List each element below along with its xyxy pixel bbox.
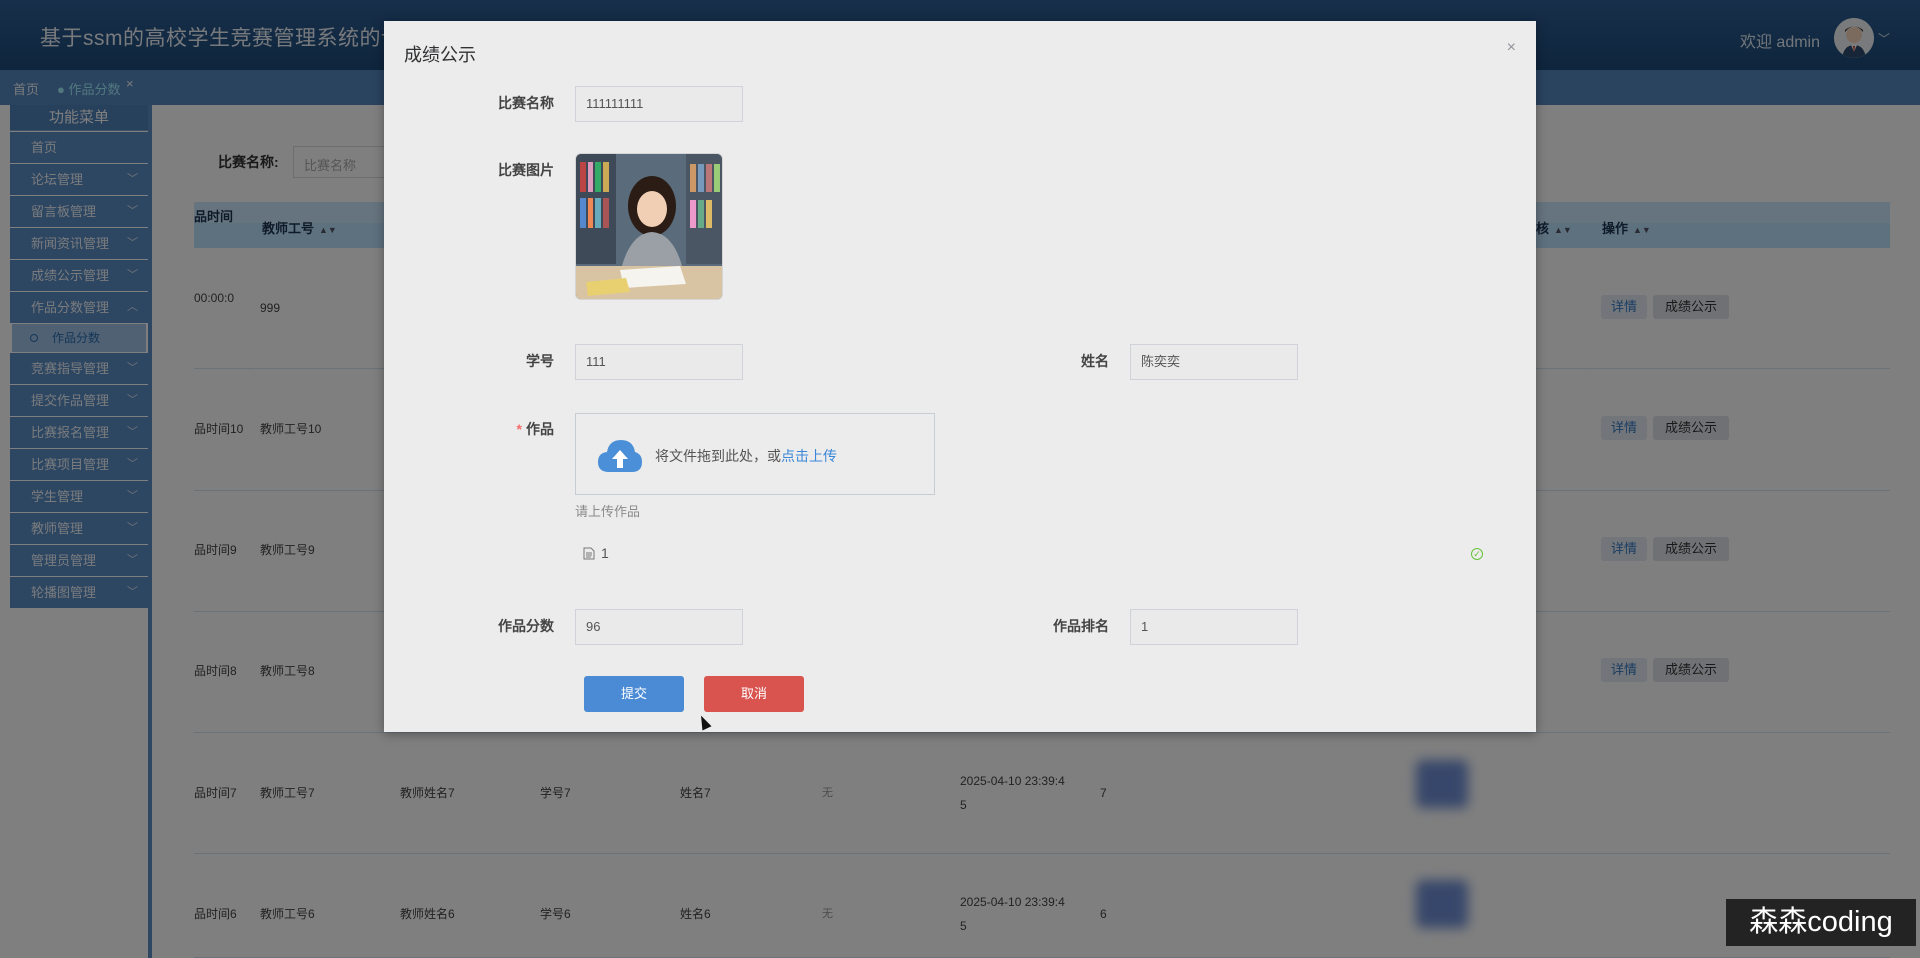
rank-field[interactable]: 1: [1130, 609, 1298, 645]
watermark: 森森coding: [1726, 899, 1916, 946]
submit-button[interactable]: 提交: [584, 676, 684, 712]
score-field[interactable]: 96: [575, 609, 743, 645]
competition-image-label: 比赛图片: [498, 162, 554, 178]
uploaded-file-item[interactable]: 1: [583, 545, 609, 561]
student-name-field[interactable]: 陈奕奕: [1130, 344, 1298, 380]
student-no-label: 学号: [526, 353, 554, 369]
cancel-button[interactable]: 取消: [704, 676, 804, 712]
file-name: 1: [601, 545, 609, 561]
required-mark: *: [516, 421, 522, 437]
upload-tip: 请上传作品: [575, 504, 641, 519]
score-publish-dialog: 成绩公示 × 比赛名称 111111111 比赛图片 学号 111 姓名 陈奕奕…: [384, 21, 1536, 732]
student-photo-icon: [576, 154, 722, 299]
close-icon[interactable]: ×: [1507, 39, 1516, 57]
document-icon: [583, 547, 595, 560]
competition-name-label: 比赛名称: [498, 95, 554, 111]
score-label: 作品分数: [498, 618, 554, 634]
cloud-upload-icon: [598, 440, 642, 472]
check-circle-icon: ✓: [1471, 548, 1483, 560]
dialog-title: 成绩公示: [404, 45, 476, 65]
upload-link[interactable]: 点击上传: [781, 448, 837, 464]
student-name-label: 姓名: [1081, 353, 1109, 369]
work-label: * 作品: [454, 419, 554, 439]
work-label-text: 作品: [526, 421, 554, 437]
competition-name-field[interactable]: 111111111: [575, 86, 743, 122]
upload-hint: 将文件拖到此处，或: [655, 448, 781, 464]
student-no-field[interactable]: 111: [575, 344, 743, 380]
competition-image: [575, 153, 723, 300]
rank-label: 作品排名: [1053, 618, 1109, 634]
upload-text: 将文件拖到此处，或点击上传: [655, 446, 837, 466]
upload-dropzone[interactable]: 将文件拖到此处，或点击上传: [575, 413, 935, 495]
